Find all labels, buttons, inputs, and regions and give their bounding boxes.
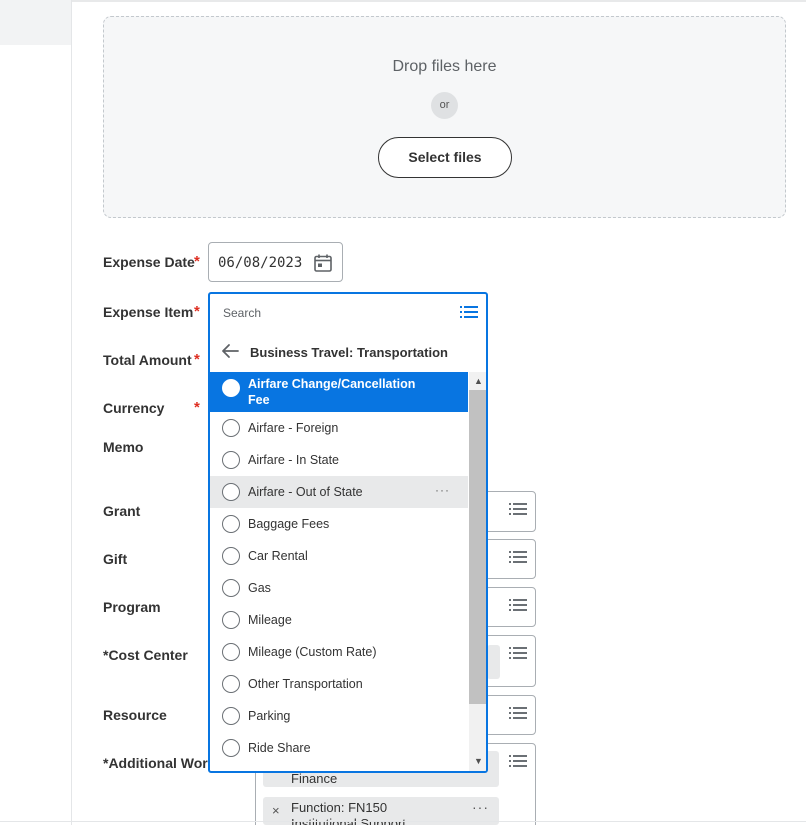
- back-arrow-icon[interactable]: [221, 343, 239, 364]
- list-prompt-icon[interactable]: [509, 754, 527, 773]
- radio-icon[interactable]: [222, 579, 240, 597]
- bottom-divider: [0, 821, 806, 822]
- required-marker: *: [194, 351, 200, 368]
- option-parking[interactable]: Parking: [210, 700, 468, 732]
- drop-files-text: Drop files here: [392, 58, 497, 75]
- option-label: Gas: [248, 581, 271, 595]
- total-amount-label: Total Amount: [103, 352, 192, 368]
- option-airfare-in-state[interactable]: Airfare - In State: [210, 444, 468, 476]
- option-gas[interactable]: Gas: [210, 572, 468, 604]
- list-prompt-icon[interactable]: [509, 598, 527, 617]
- option-label: Airfare Change/Cancellation: [248, 377, 416, 391]
- option-label: Ride Share: [248, 741, 311, 755]
- option-label: Parking: [248, 709, 291, 723]
- program-label: Program: [103, 599, 161, 615]
- option-label: Baggage Fees: [248, 517, 330, 531]
- scroll-up-icon[interactable]: ▲: [474, 376, 483, 386]
- required-marker: *: [194, 399, 200, 416]
- or-badge: or: [431, 92, 458, 119]
- gift-label: Gift: [103, 551, 128, 567]
- category-title: Business Travel: Transportation: [250, 345, 448, 360]
- option-label: Airfare - Foreign: [248, 421, 339, 435]
- option-airfare-change-cancellation-fee[interactable]: Airfare Change/Cancellation Fee: [210, 372, 468, 412]
- option-airfare-foreign[interactable]: Airfare - Foreign: [210, 412, 468, 444]
- search-input[interactable]: Search: [223, 306, 261, 320]
- required-marker: *: [194, 253, 200, 270]
- expense-item-dropdown[interactable]: Search Business Travel: Transportation A…: [208, 292, 488, 773]
- option-label-line2: Fee: [248, 393, 270, 407]
- expense-date-label: Expense Date: [103, 254, 195, 270]
- radio-icon[interactable]: [222, 675, 240, 693]
- option-label: Mileage (Custom Rate): [248, 645, 377, 659]
- left-panel-selected-strip[interactable]: [0, 0, 71, 45]
- top-divider: [72, 0, 806, 2]
- list-prompt-icon[interactable]: [509, 646, 527, 665]
- resource-label: Resource: [103, 707, 167, 723]
- radio-icon[interactable]: [222, 379, 240, 397]
- option-mileage[interactable]: Mileage: [210, 604, 468, 636]
- worktag-chip-finance-text: Finance: [291, 771, 338, 786]
- radio-icon[interactable]: [222, 515, 240, 533]
- radio-icon[interactable]: [222, 483, 240, 501]
- option-ride-share[interactable]: Ride Share: [210, 732, 468, 764]
- option-mileage-custom-rate[interactable]: Mileage (Custom Rate): [210, 636, 468, 668]
- radio-icon[interactable]: [222, 643, 240, 661]
- expense-item-label: Expense Item: [103, 304, 194, 320]
- memo-label: Memo: [103, 439, 144, 455]
- scroll-down-icon[interactable]: ▼: [474, 756, 483, 766]
- expense-date-input[interactable]: 06/08/2023: [208, 242, 343, 282]
- radio-icon[interactable]: [222, 451, 240, 469]
- cost-center-chip: [487, 645, 500, 679]
- left-panel: [0, 0, 72, 825]
- expense-date-value: 06/08/2023: [218, 255, 303, 271]
- currency-label: Currency: [103, 400, 165, 416]
- cost-center-label: *Cost Center: [103, 647, 188, 663]
- radio-icon[interactable]: [222, 611, 240, 629]
- worktag-chip-function-text: Function: FN150: [291, 800, 388, 815]
- more-options-icon[interactable]: ···: [435, 483, 450, 497]
- option-other-transportation[interactable]: Other Transportation: [210, 668, 468, 700]
- select-files-button[interactable]: Select files: [378, 137, 512, 178]
- list-prompt-icon[interactable]: [509, 502, 527, 521]
- additional-worktags-label: *Additional Work: [103, 755, 216, 771]
- radio-icon[interactable]: [222, 707, 240, 725]
- list-prompt-icon[interactable]: [509, 706, 527, 725]
- list-prompt-icon[interactable]: [509, 550, 527, 569]
- scrollbar-thumb[interactable]: [469, 390, 486, 704]
- list-prompt-icon[interactable]: [460, 305, 478, 324]
- option-car-rental[interactable]: Car Rental: [210, 540, 468, 572]
- option-label: Airfare - Out of State: [248, 485, 363, 499]
- radio-icon[interactable]: [222, 547, 240, 565]
- required-marker: *: [194, 303, 200, 320]
- radio-icon[interactable]: [222, 739, 240, 757]
- file-drop-zone[interactable]: Drop files here or Select files: [103, 16, 786, 218]
- calendar-icon[interactable]: [313, 253, 333, 278]
- grant-label: Grant: [103, 503, 141, 519]
- option-label: Airfare - In State: [248, 453, 340, 467]
- option-baggage-fees[interactable]: Baggage Fees: [210, 508, 468, 540]
- radio-icon[interactable]: [222, 419, 240, 437]
- more-options-icon[interactable]: ···: [472, 799, 489, 815]
- remove-icon[interactable]: ×: [272, 803, 280, 818]
- option-label: Car Rental: [248, 549, 308, 563]
- option-label: Mileage: [248, 613, 292, 627]
- option-label: Other Transportation: [248, 677, 363, 691]
- option-airfare-out-of-state[interactable]: Airfare - Out of State ···: [210, 476, 468, 508]
